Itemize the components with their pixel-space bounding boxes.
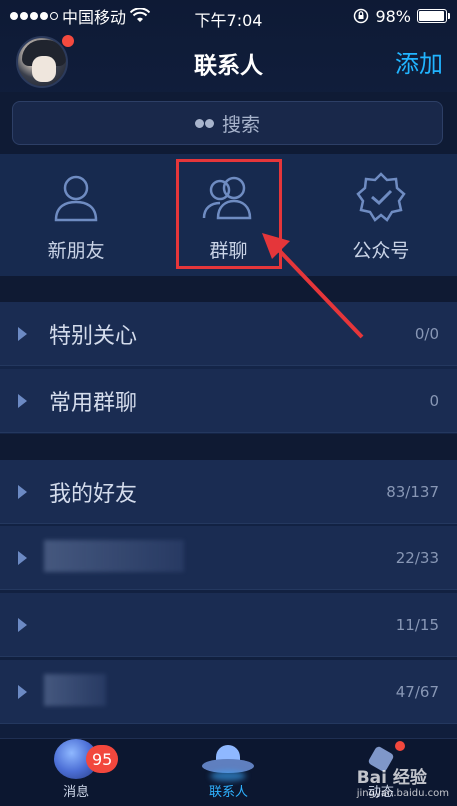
section-divider [0,434,457,460]
expand-triangle-icon [18,393,27,408]
signal-icon [10,12,58,20]
group-count: 47/67 [395,682,439,701]
tab-contacts[interactable]: 联系人 [152,739,304,806]
expand-triangle-icon [18,684,27,699]
moments-notification-dot [394,741,405,751]
watermark-sub: jingyan.baidu.com [356,788,449,799]
group-label: 特别关心 [49,323,138,349]
group-row[interactable]: 22/33 [0,526,457,590]
group-row[interactable]: 特别关心 0/0 [0,302,457,366]
battery-icon [417,9,450,23]
new-friends-label: 新朋友 [47,240,105,262]
nav-bar: 联系人 添加 [0,32,457,90]
status-bar: 中国移动 下午7:04 98% [0,0,457,32]
group-row[interactable]: 我的好友 83/137 [0,460,457,524]
group-row[interactable]: 常用群聊 0 [0,369,457,433]
battery-fill [419,11,445,21]
group-row[interactable]: 47/67 [0,660,457,724]
battery-percent: 98% [375,6,411,26]
expand-triangle-icon [18,550,27,565]
group-count: 0/0 [414,324,439,343]
tab-label: 联系人 [208,785,248,800]
expand-triangle-icon [18,326,27,341]
search-placeholder: 搜索 [221,113,260,136]
watermark: Bai 经验 jingyan.baidu.com [357,763,449,799]
carrier-label: 中国移动 [62,8,127,27]
unread-badge: 95 [86,745,119,773]
binoculars-icon [194,118,214,128]
group-count: 11/15 [395,615,439,634]
blurred-name [44,540,184,572]
group-count: 0 [429,391,439,410]
expand-triangle-icon [18,484,27,499]
watermark-text: Bai 经验 [356,768,427,788]
group-row[interactable]: 11/15 [0,593,457,657]
badge-check-icon [356,172,406,222]
add-button[interactable]: 添加 [395,44,443,79]
new-friends-entry[interactable]: 新朋友 [0,154,152,276]
official-accounts-label: 公众号 [352,240,410,262]
status-left: 中国移动 [10,4,151,28]
search-section: 搜索 [0,92,457,154]
group-label: 常用群聊 [49,390,138,416]
tab-label: 消息 [63,785,90,800]
official-accounts-entry[interactable]: 公众号 [305,154,457,276]
contacts-screen: 中国移动 下午7:04 98% 联系人 添加 搜索 新朋友 群聊 公众号 特别关… [0,0,457,806]
rotation-lock-icon [354,8,369,24]
blurred-name [44,674,106,706]
group-count: 83/137 [386,482,439,501]
ufo-icon [202,745,255,781]
expand-triangle-icon [18,617,27,632]
group-count: 22/33 [395,548,439,567]
status-right: 98% [353,6,450,26]
search-input[interactable]: 搜索 [12,101,443,145]
group-label: 我的好友 [49,481,138,507]
tab-moments[interactable]: 动态 Bai 经验 jingyan.baidu.com [305,739,457,806]
person-icon [54,175,98,222]
tab-bar: 95 消息 联系人 动态 Bai 经验 jingyan.baidu.com [0,738,457,806]
tab-messages[interactable]: 95 消息 [0,739,152,806]
highlight-box [176,159,282,269]
page-title: 联系人 [194,53,263,79]
section-divider [0,276,457,302]
wifi-icon [130,8,151,22]
